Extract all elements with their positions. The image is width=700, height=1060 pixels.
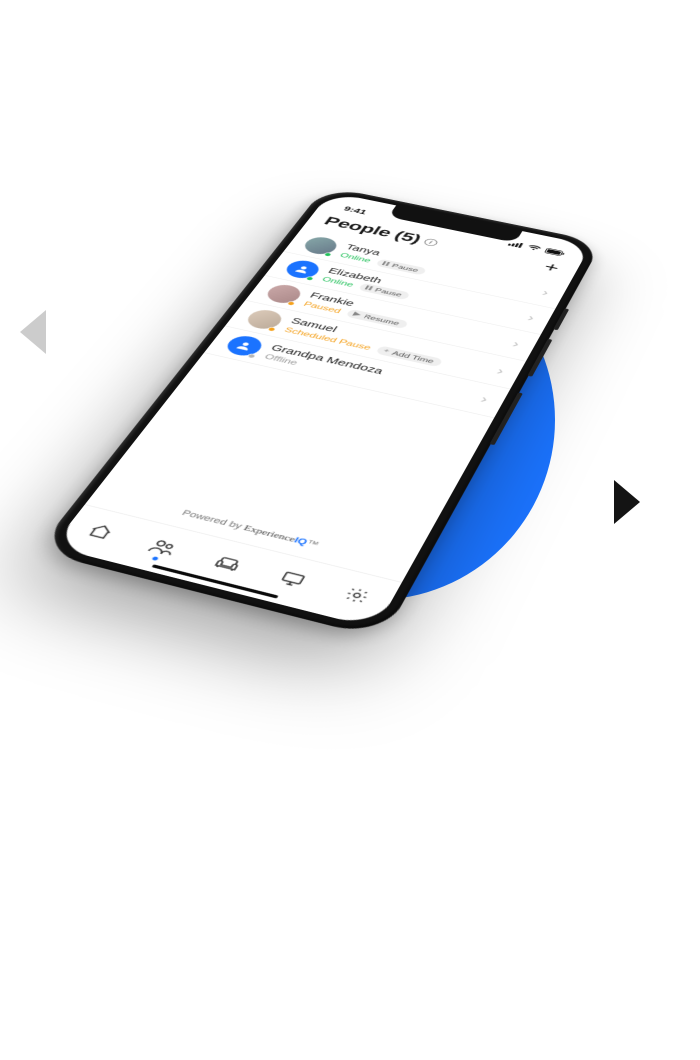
chevron-right-icon: › <box>491 364 507 377</box>
status-dot-offline <box>246 353 257 359</box>
chevron-right-icon: › <box>536 286 551 298</box>
phone-frame: 9:41 People (5) i <box>36 186 602 639</box>
add-person-button[interactable]: + <box>538 258 564 277</box>
status-dot-paused <box>267 326 277 332</box>
avatar <box>263 282 305 305</box>
powered-by-prefix: Powered by <box>180 509 247 532</box>
avatar <box>243 307 286 331</box>
info-icon[interactable]: i <box>422 238 438 247</box>
people-icon <box>146 536 181 557</box>
chevron-right-icon: › <box>506 337 522 350</box>
tab-places[interactable] <box>201 547 254 580</box>
tab-home[interactable] <box>75 516 127 547</box>
carousel-prev-arrow[interactable] <box>20 310 46 354</box>
tab-settings[interactable] <box>332 579 382 612</box>
gear-icon <box>341 584 374 606</box>
play-icon <box>351 311 362 319</box>
person-icon <box>292 263 314 275</box>
chevron-right-icon: › <box>522 311 537 323</box>
tab-people[interactable] <box>137 531 190 563</box>
home-indicator[interactable] <box>151 564 278 598</box>
home-icon <box>84 521 117 541</box>
avatar <box>282 258 324 280</box>
tab-bar <box>52 504 403 628</box>
person-icon <box>233 339 257 352</box>
status-dot-online <box>323 252 333 257</box>
pause-icon <box>363 285 373 292</box>
brand-suffix: IQ <box>292 536 309 547</box>
brand-name: Experience <box>242 524 298 544</box>
monitor-icon <box>276 568 309 589</box>
status-dot-paused <box>286 301 296 307</box>
plus-icon: + <box>382 348 391 354</box>
chevron-right-icon: › <box>474 392 490 406</box>
status-dot-online <box>305 276 315 281</box>
trademark-symbol: ™ <box>304 539 320 550</box>
powered-by-label: Powered by ExperienceIQ™ <box>92 487 412 572</box>
avatar <box>222 333 266 358</box>
tab-things[interactable] <box>267 563 318 596</box>
phone-volume-up <box>553 308 569 330</box>
avatar <box>300 235 341 257</box>
pause-icon <box>381 260 391 267</box>
sofa-icon <box>211 552 246 573</box>
